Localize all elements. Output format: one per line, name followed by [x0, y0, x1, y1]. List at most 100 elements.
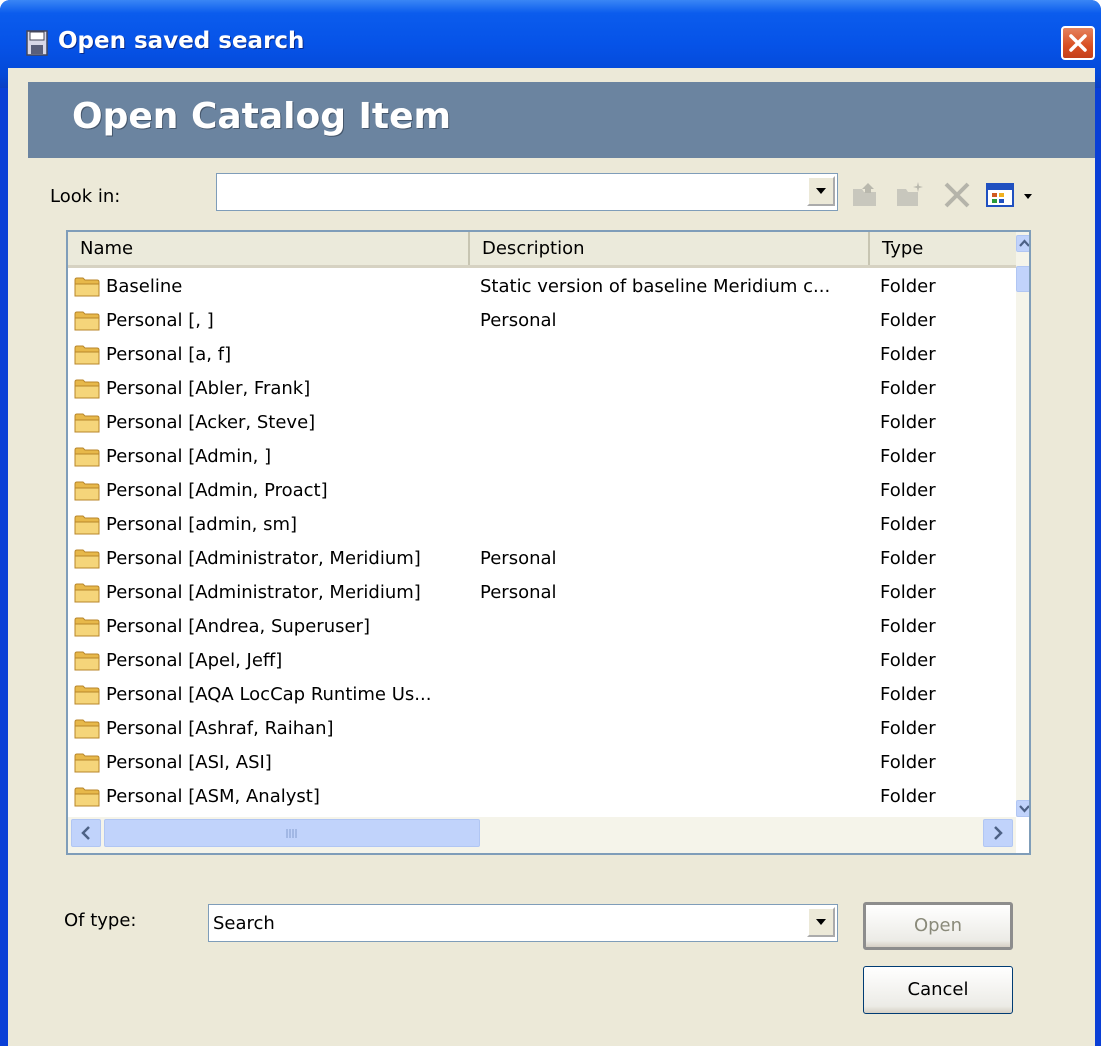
item-name: Personal [ASM, Analyst] [106, 786, 320, 807]
of-type-combobox[interactable] [208, 904, 838, 942]
folder-icon [74, 583, 100, 603]
list-item[interactable]: Personal [Apel, Jeff] Folder [68, 644, 1016, 678]
list-item[interactable]: Personal [admin, sm] Folder [68, 508, 1016, 542]
list-item[interactable]: Personal [ASI, ASI] Folder [68, 746, 1016, 780]
list-item[interactable]: Personal [Administrator, Meridium] Person… [68, 542, 1016, 576]
item-type: Folder [880, 378, 936, 399]
item-type: Folder [880, 514, 936, 535]
dialog-heading: Open Catalog Item [72, 96, 452, 137]
list-item[interactable]: Personal [Administrator, Meridium] Person… [68, 576, 1016, 610]
of-type-label: Of type: [64, 910, 137, 931]
item-name: Personal [ASI, ASI] [106, 752, 272, 773]
item-type: Folder [880, 480, 936, 501]
item-name: Personal [a, f] [106, 344, 232, 365]
item-type: Folder [880, 310, 936, 331]
item-name: Personal [Acker, Steve] [106, 412, 316, 433]
scroll-up-button[interactable] [1016, 235, 1029, 252]
folder-icon [74, 753, 100, 773]
open-button[interactable]: Open [863, 902, 1013, 950]
folder-icon [74, 413, 100, 433]
cancel-button[interactable]: Cancel [863, 966, 1013, 1014]
item-name: Personal [Admin, Proact] [106, 480, 328, 501]
dialog-body: Open Catalog Item Look in: Name Descript… [8, 68, 1095, 1046]
folder-icon [74, 379, 100, 399]
list-item[interactable]: Baseline Static version of baseline Merid… [68, 270, 1016, 304]
look-in-combobox[interactable] [216, 173, 838, 211]
scroll-left-button[interactable] [71, 819, 101, 847]
view-menu-icon[interactable] [984, 180, 1036, 210]
look-in-label: Look in: [50, 186, 121, 207]
item-type: Folder [880, 650, 936, 671]
of-type-input[interactable] [213, 909, 773, 937]
item-description: Personal [480, 582, 557, 603]
floppy-disk-icon [26, 30, 48, 56]
chevron-down-icon [816, 919, 826, 925]
list-item[interactable]: Personal [, ] Personal Folder [68, 304, 1016, 338]
folder-icon [74, 617, 100, 637]
header-banner: Open Catalog Item [28, 82, 1095, 158]
item-description [480, 780, 865, 814]
list-header: Name Description Type [68, 232, 1016, 268]
list-item[interactable]: Personal [AQA LocCap Runtime Us... Folder [68, 678, 1016, 712]
vertical-scrollbar[interactable] [1016, 232, 1029, 817]
file-list[interactable]: Name Description Type Baseline Static ver… [66, 230, 1031, 855]
close-button[interactable] [1061, 26, 1095, 60]
of-type-dropdown-button[interactable] [807, 907, 835, 937]
scroll-down-button[interactable] [1016, 800, 1029, 817]
item-name: Personal [Admin, ] [106, 446, 272, 467]
delete-icon[interactable] [942, 180, 972, 210]
scroll-thumb[interactable] [1016, 266, 1029, 292]
item-description: Personal [480, 548, 557, 569]
list-item[interactable]: Personal [Admin, Proact] Folder [68, 474, 1016, 508]
chevron-right-icon [994, 826, 1003, 840]
list-item[interactable]: Personal [Admin, ] Folder [68, 440, 1016, 474]
look-in-input[interactable] [221, 178, 781, 206]
item-description [480, 712, 865, 746]
item-type: Folder [880, 412, 936, 433]
item-name: Personal [Andrea, Superuser] [106, 616, 370, 637]
list-item[interactable]: Personal [Abler, Frank] Folder [68, 372, 1016, 406]
item-type: Folder [880, 276, 936, 297]
item-description [480, 746, 865, 780]
item-type: Folder [880, 616, 936, 637]
item-name: Personal [Apel, Jeff] [106, 650, 283, 671]
column-header-type[interactable]: Type [870, 232, 1016, 265]
item-description [480, 440, 865, 474]
horizontal-scrollbar[interactable] [68, 817, 1016, 853]
list-item[interactable]: Personal [a, f] Folder [68, 338, 1016, 372]
item-type: Folder [880, 344, 936, 365]
new-folder-icon[interactable] [894, 180, 924, 210]
folder-icon [74, 515, 100, 535]
item-description [480, 406, 865, 440]
chevron-up-icon [1019, 239, 1029, 247]
item-type: Folder [880, 786, 936, 807]
up-folder-icon[interactable] [850, 180, 880, 210]
column-header-name[interactable]: Name [68, 232, 470, 265]
item-name: Personal [Administrator, Meridium] [106, 548, 421, 569]
item-type: Folder [880, 446, 936, 467]
list-item[interactable]: Personal [ASM, Analyst] Folder [68, 780, 1016, 814]
item-description [480, 474, 865, 508]
folder-icon [74, 651, 100, 671]
chevron-down-icon [816, 188, 826, 194]
list-item[interactable]: Personal [Ashraf, Raihan] Folder [68, 712, 1016, 746]
item-description [480, 678, 865, 712]
item-name: Personal [AQA LocCap Runtime Us... [106, 684, 432, 705]
scroll-right-button[interactable] [983, 819, 1013, 847]
list-item[interactable]: Personal [Acker, Steve] Folder [68, 406, 1016, 440]
horizontal-scroll-thumb[interactable] [104, 819, 480, 847]
item-type: Folder [880, 752, 936, 773]
item-type: Folder [880, 548, 936, 569]
item-description: Static version of baseline Meridium c... [480, 276, 831, 297]
folder-icon [74, 345, 100, 365]
folder-icon [74, 719, 100, 739]
folder-icon [74, 787, 100, 807]
look-in-dropdown-button[interactable] [807, 176, 835, 206]
item-type: Folder [880, 718, 936, 739]
folder-icon [74, 481, 100, 501]
item-description [480, 338, 865, 372]
column-header-description[interactable]: Description [470, 232, 870, 265]
item-type: Folder [880, 684, 936, 705]
list-item[interactable]: Personal [Andrea, Superuser] Folder [68, 610, 1016, 644]
folder-icon [74, 685, 100, 705]
